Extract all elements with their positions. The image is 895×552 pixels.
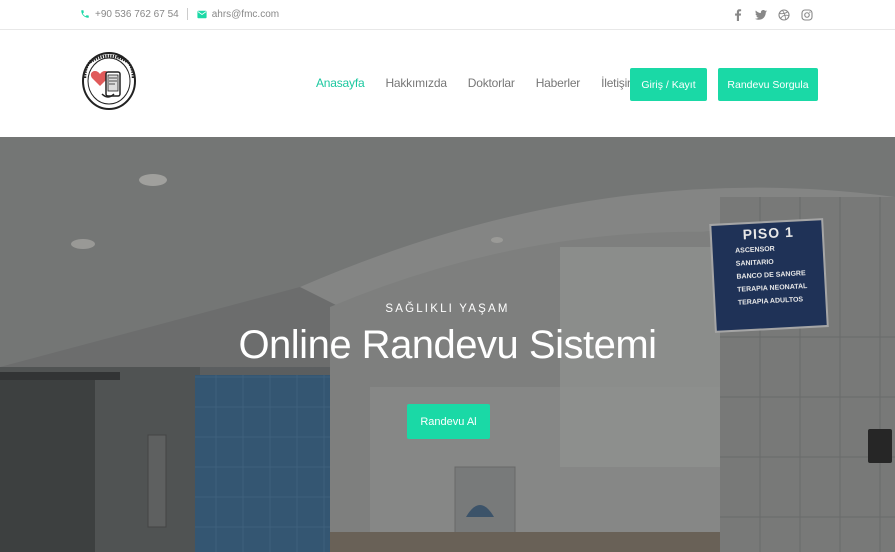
site-logo[interactable] (80, 48, 138, 114)
logo-emblem-icon (82, 52, 136, 110)
phone-icon (81, 10, 89, 18)
login-register-button[interactable]: Giriş / Kayıt (630, 68, 707, 101)
social-links (731, 8, 813, 21)
nav-item-anasayfa[interactable]: Anasayfa (316, 76, 365, 90)
facebook-icon[interactable] (731, 8, 744, 21)
instagram-icon[interactable] (800, 8, 813, 21)
main-nav: Anasayfa Hakkımızda Doktorlar Haberler İ… (316, 76, 658, 90)
phone-contact[interactable]: +90 536 762 67 54 (80, 9, 179, 20)
email-address: ahrs@fmc.com (211, 8, 280, 20)
nav-item-doktorlar[interactable]: Doktorlar (468, 76, 515, 90)
appointment-query-button[interactable]: Randevu Sorgula (718, 68, 818, 101)
hero-section: PISO 1 ASCENSOR SANITARIO BANCO DE SANGR… (0, 137, 895, 552)
book-appointment-button[interactable]: Randevu Al (407, 404, 490, 439)
floor-sign: PISO 1 ASCENSOR SANITARIO BANCO DE SANGR… (716, 222, 824, 310)
hero-title: Online Randevu Sistemi (238, 323, 657, 367)
contact-info: +90 536 762 67 54 ahrs@fmc.com (80, 8, 279, 20)
phone-number: +90 536 762 67 54 (95, 8, 179, 20)
mail-icon (197, 10, 207, 18)
nav-item-haberler[interactable]: Haberler (536, 76, 581, 90)
nav-item-hakkimizda[interactable]: Hakkımızda (385, 76, 447, 90)
top-bar: +90 536 762 67 54 ahrs@fmc.com (0, 0, 895, 30)
dribbble-icon[interactable] (777, 8, 790, 21)
main-header: Anasayfa Hakkımızda Doktorlar Haberler İ… (0, 31, 895, 137)
twitter-icon[interactable] (754, 8, 767, 21)
email-contact[interactable]: ahrs@fmc.com (197, 9, 279, 20)
separator (186, 8, 188, 20)
hero-kicker: SAĞLIKLI YAŞAM (385, 303, 510, 315)
